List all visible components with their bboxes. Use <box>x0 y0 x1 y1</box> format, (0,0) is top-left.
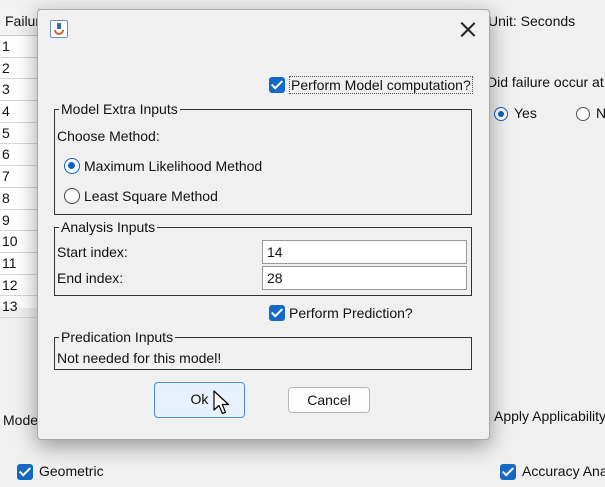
table-row[interactable]: 5 <box>0 123 38 145</box>
model-extra-inputs-legend: Model Extra Inputs <box>59 100 180 118</box>
perform-model-checkbox[interactable] <box>269 77 285 93</box>
max-likelihood-label: Maximum Likelihood Method <box>84 158 263 174</box>
yes-radio[interactable] <box>494 107 508 121</box>
analysis-inputs-group: Analysis Inputs Start index: 14 End inde… <box>54 218 472 296</box>
prediction-inputs-group: Predication Inputs Not needed for this m… <box>54 328 472 370</box>
start-index-field[interactable]: 14 <box>262 240 467 264</box>
table-row[interactable]: 9 <box>0 210 38 232</box>
analysis-inputs-legend: Analysis Inputs <box>59 218 158 236</box>
table-row[interactable]: 7 <box>0 166 38 188</box>
table-row[interactable]: 2 <box>0 58 38 80</box>
perform-model-label-wrap: Perform Model computation? <box>289 76 473 94</box>
perform-model-label: Perform Model computation? <box>289 76 473 94</box>
accuracy-analysis-checkbox[interactable] <box>500 464 516 480</box>
java-icon <box>50 20 68 38</box>
table-row[interactable]: 8 <box>0 188 38 210</box>
prediction-note: Not needed for this model! <box>57 350 222 366</box>
yes-label: Yes <box>514 105 537 121</box>
ok-button[interactable]: Ok <box>154 382 245 418</box>
perform-prediction-checkbox[interactable] <box>269 305 285 321</box>
prediction-inputs-legend: Predication Inputs <box>59 328 176 346</box>
table-row[interactable]: 11 <box>0 253 38 275</box>
table-row[interactable]: 10 <box>0 231 38 253</box>
table-header[interactable]: Failur <box>0 8 38 36</box>
end-index-label: End index: <box>57 270 124 286</box>
table-row[interactable]: 6 <box>0 144 38 167</box>
geometric-label: Geometric <box>39 463 104 479</box>
start-index-label: Start index: <box>57 244 128 260</box>
unit-label: Unit: Seconds <box>488 13 576 29</box>
choose-method-label: Choose Method: <box>57 128 160 144</box>
no-radio[interactable] <box>576 107 590 121</box>
table-row[interactable]: 13 <box>0 296 38 318</box>
accuracy-analysis-label: Accuracy Ana <box>522 463 605 479</box>
table-row[interactable]: 1 <box>0 36 38 58</box>
least-square-label: Least Square Method <box>84 188 218 204</box>
model-extra-inputs-group: Model Extra Inputs Choose Method: Maximu… <box>54 100 472 215</box>
end-index-field[interactable]: 28 <box>262 266 467 290</box>
model-label: Mode <box>3 412 39 428</box>
no-label: N <box>596 105 605 121</box>
close-icon[interactable] <box>459 20 477 38</box>
perform-prediction-label: Perform Prediction? <box>289 305 413 321</box>
table-row[interactable]: 12 <box>0 275 38 297</box>
model-dialog: Perform Model computation? Model Extra I… <box>37 9 490 440</box>
geometric-checkbox[interactable] <box>17 464 33 480</box>
mouse-cursor-icon <box>213 390 230 415</box>
apply-applicability-label: Apply Applicability <box>494 408 605 424</box>
failure-question-label: Did failure occur at <box>487 74 604 90</box>
least-square-radio[interactable] <box>64 188 80 204</box>
cancel-button[interactable]: Cancel <box>288 387 370 413</box>
table-row[interactable]: 3 <box>0 79 38 102</box>
max-likelihood-radio[interactable] <box>64 158 80 174</box>
table-row[interactable]: 4 <box>0 101 38 123</box>
failure-table: Failur 1 2 3 4 5 6 7 8 9 10 11 12 13 <box>0 8 39 318</box>
